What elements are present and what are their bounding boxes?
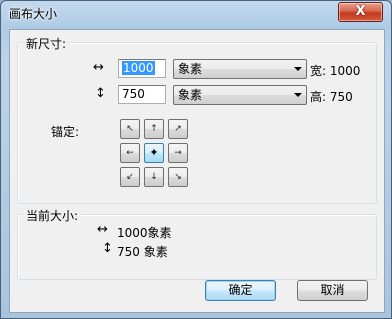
dialog-title: 画布大小 (9, 7, 58, 21)
current-size-group-title: 当前大小: (23, 207, 82, 224)
width-input[interactable]: 1000 (118, 59, 166, 78)
width-input-value: 1000 (122, 61, 155, 75)
dialog-body: 新尺寸: ↔ 1000 象素 宽: 1000 ↕ 750 象素 高: 750 锚… (9, 29, 385, 313)
width-arrow-icon: ↔ (93, 60, 104, 75)
height-unit-select[interactable]: 象素 (173, 85, 307, 105)
anchor-label: 锚定: (51, 125, 80, 139)
anchor-bottom-left[interactable]: ↙ (120, 167, 140, 187)
height-input-value: 750 (122, 87, 145, 101)
anchor-top-left[interactable]: ↖ (120, 119, 140, 139)
current-width-text: 1000象素 (117, 226, 172, 240)
anchor-top-right[interactable]: ↗ (168, 119, 188, 139)
width-readout: 宽: 1000 (310, 64, 361, 78)
new-size-group-title: 新尺寸: (23, 35, 70, 52)
height-readout: 高: 750 (310, 90, 353, 104)
current-width-arrow-icon: ↔ (97, 222, 108, 237)
ok-button[interactable]: 确定 (205, 280, 276, 301)
current-height-text: 750 象素 (117, 245, 168, 259)
height-input[interactable]: 750 (118, 85, 166, 104)
close-button[interactable]: X (338, 2, 383, 22)
anchor-bottom-right[interactable]: ↘ (168, 167, 188, 187)
anchor-middle-right[interactable]: → (168, 143, 188, 163)
chevron-down-icon (294, 67, 302, 71)
anchor-top-center[interactable]: ↑ (144, 119, 164, 139)
anchor-middle-left[interactable]: ← (120, 143, 140, 163)
canvas-size-dialog: 画布大小 X 新尺寸: ↔ 1000 象素 宽: 1000 ↕ 750 象素 高… (0, 0, 392, 319)
anchor-center[interactable]: ✦ (144, 143, 164, 163)
width-unit-select[interactable]: 象素 (173, 59, 307, 79)
anchor-bottom-center[interactable]: ↓ (144, 167, 164, 187)
width-unit-value: 象素 (178, 62, 203, 76)
chevron-down-icon (294, 93, 302, 97)
current-height-arrow-icon: ↕ (102, 241, 113, 256)
cancel-button[interactable]: 取消 (297, 280, 368, 301)
height-unit-value: 象素 (178, 88, 203, 102)
height-arrow-icon: ↕ (95, 86, 106, 101)
